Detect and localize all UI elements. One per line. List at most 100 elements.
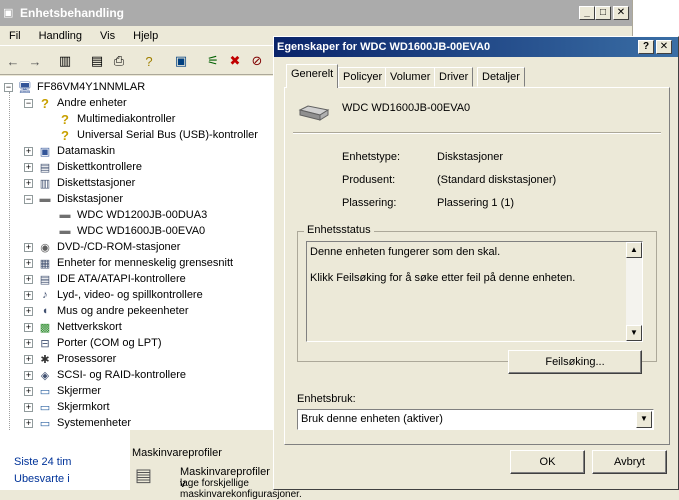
location-value: Plassering 1 (1) (437, 197, 515, 209)
tree-node-label: Enheter for menneskelig grensesnitt (57, 257, 234, 269)
tree-node[interactable]: ▬ WDC WD1200JB-00DUA3 (44, 207, 208, 223)
update-driver-icon[interactable]: ⚟ (204, 52, 222, 70)
tree-node-label: IDE ATA/ATAPI-kontrollere (57, 273, 186, 285)
tree-node[interactable]: + ▤ Diskettkontrollere (24, 159, 142, 175)
tree-node[interactable]: + ▭ Skjermkort (24, 399, 110, 415)
tree-node[interactable]: − ▬ Diskstasjoner (24, 191, 123, 207)
expand-icon[interactable]: + (24, 354, 33, 364)
status-textbox[interactable]: Denne enheten fungerer som den skal. Kli… (306, 241, 643, 342)
menu-help[interactable]: Hjelp (124, 30, 167, 42)
location-label: Plassering: (342, 197, 397, 209)
tree-node[interactable]: + ▣ Datamaskin (24, 143, 115, 159)
floppy-icon: ▥ (39, 177, 51, 190)
menu-view[interactable]: Vis (91, 30, 124, 42)
disk-icon: ▬ (59, 225, 71, 237)
help-icon[interactable]: ? (140, 52, 158, 70)
collapse-icon[interactable]: − (4, 82, 13, 92)
expand-icon[interactable]: + (24, 370, 33, 380)
troubleshoot-button[interactable]: Feilsøking... (508, 350, 642, 374)
tree-node-label: FF86VM4Y1NNMLAR (37, 81, 146, 93)
cancel-button[interactable]: Avbryt (592, 450, 667, 474)
device-manager-icon: ▣ (3, 7, 14, 19)
scroll-down-icon[interactable]: ▼ (626, 325, 642, 341)
expand-icon[interactable]: + (24, 178, 33, 188)
maximize-button[interactable]: □ (595, 6, 611, 20)
manufacturer-label: Produsent: (342, 174, 396, 186)
tab-driver[interactable]: Driver (434, 67, 474, 87)
main-window-title: Enhetsbehandling (20, 6, 125, 20)
scan-hardware-icon[interactable]: ▣ (172, 52, 190, 70)
tree-node[interactable]: + ▭ Skjermer (24, 383, 101, 399)
scroll-up-icon[interactable]: ▲ (626, 242, 642, 258)
tab-details[interactable]: Detaljer (477, 67, 525, 87)
expand-icon[interactable]: + (24, 162, 33, 172)
dialog-help-button[interactable]: ? (638, 40, 654, 54)
expand-icon[interactable]: + (24, 386, 33, 396)
tree-node[interactable]: + ◖ Mus og andre pekeenheter (24, 303, 188, 319)
cpu-icon: ✱ (40, 353, 50, 366)
status-scrollbar[interactable]: ▲ ▼ (626, 242, 642, 341)
tree-node[interactable]: ▬ WDC WD1600JB-00EVA0 (44, 223, 206, 239)
scsi-icon: ◈ (40, 369, 50, 382)
device-tree: − 🖥 FF86VM4Y1NNMLAR −? Andre enheter? Multime… (0, 76, 276, 430)
general-panel: WDC WD1600JB-00EVA0 Enhetstype: Diskstas… (284, 87, 670, 445)
print-icon[interactable]: ⎙ (110, 52, 128, 70)
expand-icon[interactable]: + (24, 290, 33, 300)
tree-node[interactable]: −? Andre enheter (24, 95, 127, 111)
cdrom-icon: ◉ (40, 241, 50, 254)
tree-node[interactable]: + ⊟ Porter (COM og LPT) (24, 335, 162, 351)
tree-node[interactable]: − 🖥 FF86VM4Y1NNMLAR (4, 79, 145, 95)
expand-icon[interactable]: + (24, 306, 33, 316)
uninstall-icon[interactable]: ✖ (226, 52, 244, 70)
tree-node-label: WDC WD1600JB-00EVA0 (77, 225, 206, 237)
tree-node[interactable]: + ✱ Prosessorer (24, 351, 116, 367)
tab-policies[interactable]: Policyer (338, 67, 388, 87)
expand-icon[interactable]: + (24, 418, 33, 428)
tree-node-label: Andre enheter (57, 97, 127, 109)
expand-icon[interactable]: + (24, 402, 33, 412)
computer-icon: 🖥 (18, 81, 32, 94)
expand-icon[interactable]: + (24, 242, 33, 252)
menu-action[interactable]: Handling (30, 30, 91, 42)
menu-file[interactable]: Fil (0, 30, 30, 42)
close-button[interactable]: ✕ (613, 6, 629, 20)
tree-node[interactable]: + ▩ Nettverkskort (24, 319, 122, 335)
collapse-icon[interactable]: − (24, 194, 33, 204)
tab-general[interactable]: Generelt (286, 64, 339, 88)
forward-icon[interactable]: → (26, 52, 44, 70)
tree-node[interactable]: + ▤ IDE ATA/ATAPI-kontrollere (24, 271, 186, 287)
expand-icon[interactable]: + (24, 338, 33, 348)
collapse-icon[interactable]: − (24, 98, 33, 108)
back-icon[interactable]: ← (4, 52, 22, 70)
expand-icon[interactable]: + (24, 322, 33, 332)
disable-icon[interactable]: ⊘ (248, 52, 266, 70)
tree-node[interactable]: + ▭ Systemenheter (24, 415, 131, 430)
disk-icon: ▬ (59, 209, 71, 221)
tree-node[interactable]: + ♪ Lyd-, video- og spillkontrollere (24, 287, 203, 303)
display-adapter-icon: ▭ (39, 401, 51, 414)
dialog-title: Egenskaper for WDC WD1600JB-00EVA0 (277, 41, 491, 53)
tree-node[interactable]: + ◈ SCSI- og RAID-kontrollere (24, 367, 186, 383)
properties-icon[interactable]: ▤ (88, 52, 106, 70)
tab-volumes[interactable]: Volumer (385, 67, 436, 87)
expand-icon[interactable]: + (24, 258, 33, 268)
dialog-close-button[interactable]: ✕ (656, 40, 672, 54)
tree-node-label: WDC WD1200JB-00DUA3 (77, 209, 208, 221)
tree-node[interactable]: + ◉ DVD-/CD-ROM-stasjoner (24, 239, 180, 255)
minimize-button[interactable]: _ (579, 6, 595, 20)
tree-node[interactable]: ? Universal Serial Bus (USB)-kontroller (44, 127, 258, 143)
recent-link[interactable]: Siste 24 tim (14, 456, 71, 468)
ok-button[interactable]: OK (510, 450, 585, 474)
chevron-down-icon[interactable]: ▼ (636, 411, 652, 428)
sound-icon: ♪ (42, 289, 48, 301)
tree-node[interactable]: + ▥ Diskettstasjoner (24, 175, 135, 191)
tree-node[interactable]: ? Multimediakontroller (44, 111, 175, 127)
show-hide-tree-icon[interactable]: ▥ (56, 52, 74, 70)
device-usage-select[interactable]: Bruk denne enheten (aktiver) ▼ (297, 409, 654, 430)
tree-node[interactable]: + ▦ Enheter for menneskelig grensesnitt (24, 255, 233, 271)
expand-icon[interactable]: + (24, 146, 33, 156)
monitor-icon: ▭ (39, 385, 51, 398)
expand-icon[interactable]: + (24, 274, 33, 284)
tree-node-label: Diskettkontrollere (57, 161, 142, 173)
unanswered-link[interactable]: Ubesvarte i (14, 473, 70, 485)
